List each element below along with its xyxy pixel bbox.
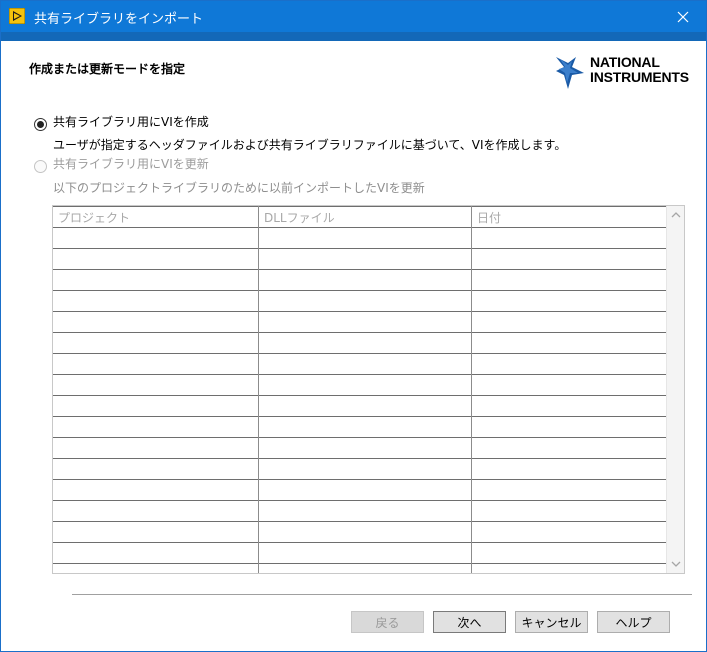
update-vis-description: 以下のプロジェクトライブラリのために以前インポートしたVIを更新 [53,181,425,195]
column-header-dll-file[interactable]: DLLファイル [264,209,335,226]
labview-app-icon [8,7,26,25]
help-button[interactable]: ヘルプ [597,611,670,633]
ni-logo: NATIONAL INSTRUMENTS [554,53,700,95]
create-vis-label: 共有ライブラリ用にVIを作成 [53,115,209,129]
project-library-table[interactable]: プロジェクト DLLファイル 日付 [52,205,685,574]
column-separator [471,206,472,573]
table-vertical-scrollbar[interactable] [666,206,684,573]
update-vis-radio[interactable] [34,160,47,173]
column-header-project[interactable]: プロジェクト [58,209,130,226]
scroll-up-icon[interactable] [671,210,681,220]
create-vis-radio[interactable] [34,118,47,131]
window-title: 共有ライブラリをインポート [34,12,204,27]
scroll-down-icon[interactable] [671,559,681,569]
page-heading: 作成または更新モードを指定 [29,62,186,76]
update-vis-label: 共有ライブラリ用にVIを更新 [53,157,209,171]
back-button[interactable]: 戻る [351,611,424,633]
column-header-date[interactable]: 日付 [477,209,501,226]
footer-divider [72,594,692,595]
close-icon [677,11,689,22]
import-shared-library-dialog: 共有ライブラリをインポート 作成または更新モードを指定 NATIONAL INS… [0,0,707,652]
close-button[interactable] [660,1,706,32]
column-separator [258,206,259,573]
cancel-button[interactable]: キャンセル [515,611,588,633]
logo-line-1: NATIONAL [590,54,660,70]
title-bar: 共有ライブラリをインポート [1,1,706,32]
next-button[interactable]: 次へ [433,611,506,633]
create-vis-description: ユーザが指定するヘッダファイルおよび共有ライブラリファイルに基づいて、VIを作成… [53,138,567,152]
ni-eagle-logo-icon [556,57,584,89]
header-strip [1,32,706,41]
table-rows-grid [53,206,666,573]
logo-line-2: INSTRUMENTS [590,69,689,85]
